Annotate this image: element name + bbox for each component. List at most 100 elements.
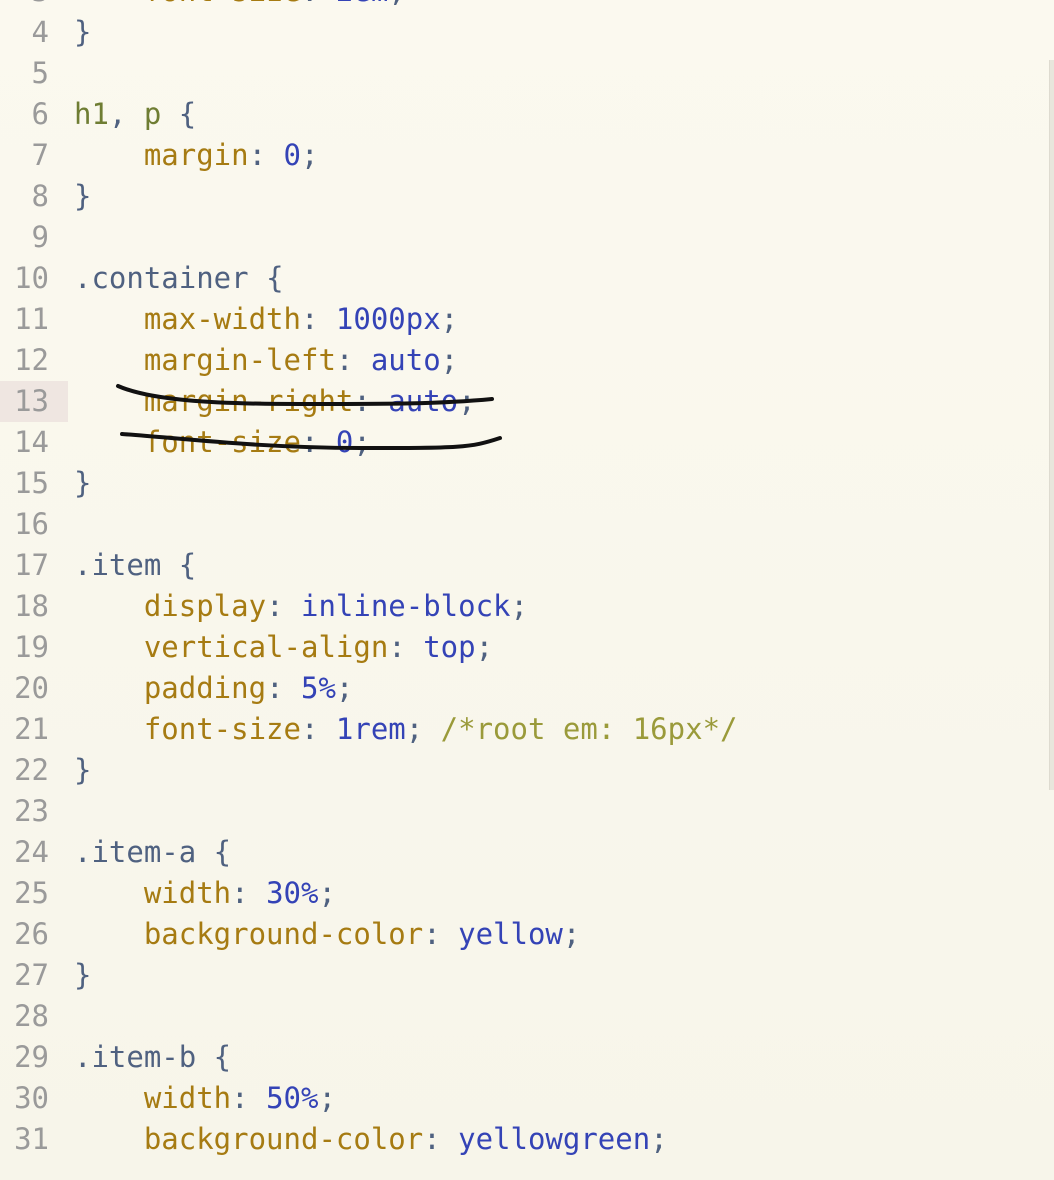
code-token: width: [143, 876, 232, 910]
line-number-text: 11: [14, 302, 49, 336]
code-token: ;: [458, 384, 476, 418]
line-number-text: 28: [14, 999, 49, 1033]
code-line[interactable]: 26 background-color: yellow;: [0, 914, 1054, 955]
code-token: }: [74, 753, 92, 787]
code-line[interactable]: 15}: [0, 463, 1054, 504]
line-content: }: [74, 955, 91, 996]
code-token: :: [266, 671, 301, 705]
code-token: h1: [74, 97, 109, 131]
code-token: 30%: [266, 876, 319, 910]
code-line[interactable]: 23: [0, 791, 1054, 832]
line-number: 31: [0, 1119, 68, 1160]
line-number-text: 30: [14, 1081, 49, 1115]
code-line[interactable]: 20 padding: 5%;: [0, 668, 1054, 709]
code-line[interactable]: 4}: [0, 12, 1054, 53]
line-number-text: 7: [31, 138, 49, 172]
code-line[interactable]: 17 .item {: [0, 545, 1054, 586]
code-line[interactable]: 6 h1, p {: [0, 94, 1054, 135]
code-token: ;: [318, 1081, 336, 1115]
code-line[interactable]: 10 .container {: [0, 258, 1054, 299]
line-content: font-size: 2em;: [74, 0, 406, 12]
code-token: ;: [388, 0, 405, 8]
code-line[interactable]: 19 vertical-align: top;: [0, 627, 1054, 668]
line-content: font-size: 0;: [74, 422, 371, 463]
line-number-text: 24: [14, 835, 49, 869]
code-line[interactable]: 7 margin: 0;: [0, 135, 1054, 176]
line-number: 12: [0, 340, 68, 381]
code-token: ,: [108, 97, 144, 131]
code-token: ;: [510, 589, 528, 623]
code-token: ;: [335, 671, 354, 705]
line-number-text: 20: [14, 671, 49, 705]
code-area[interactable]: 3 font-size: 2em;4}56h1, p {7 margin: 0;…: [0, 0, 1054, 1160]
line-content: vertical-align: top;: [74, 627, 493, 668]
code-editor[interactable]: 3 font-size: 2em;4}56h1, p {7 margin: 0;…: [0, 0, 1054, 1180]
code-line[interactable]: 28: [0, 996, 1054, 1037]
line-content: max-width: 1000px;: [74, 299, 458, 340]
code-line[interactable]: 24 .item-a {: [0, 832, 1054, 873]
code-token: :: [388, 630, 424, 664]
code-token: {: [161, 548, 197, 582]
code-token: }: [74, 958, 92, 992]
code-line[interactable]: 5: [0, 53, 1054, 94]
line-number-text: 9: [31, 220, 49, 254]
code-line[interactable]: 25 width: 30%;: [0, 873, 1054, 914]
line-content: font-size: 1rem; /*root em: 16px*/: [74, 709, 738, 750]
line-content: .item {: [74, 545, 196, 586]
code-line[interactable]: 22}: [0, 750, 1054, 791]
code-token: font-size: [144, 0, 301, 8]
code-token: ;: [405, 712, 441, 746]
code-token: yellowgreen: [458, 1122, 651, 1156]
code-line[interactable]: 9: [0, 217, 1054, 258]
code-line[interactable]: 18 display: inline-block;: [0, 586, 1054, 627]
code-token: 0: [335, 425, 354, 459]
code-line[interactable]: 29 .item-b {: [0, 1037, 1054, 1078]
line-content: }: [74, 12, 91, 53]
code-line[interactable]: 14 font-size: 0;: [0, 422, 1054, 463]
code-token: ;: [475, 630, 494, 664]
code-token: ;: [440, 343, 459, 377]
code-line[interactable]: 16: [0, 504, 1054, 545]
code-token: 1000px: [335, 302, 441, 336]
code-line[interactable]: 30 width: 50%;: [0, 1078, 1054, 1119]
code-token: auto: [388, 384, 459, 418]
line-content: }: [74, 750, 91, 791]
code-token: {: [196, 835, 232, 869]
code-line[interactable]: 21 font-size: 1rem; /*root em: 16px*/: [0, 709, 1054, 750]
code-line[interactable]: 11 max-width: 1000px;: [0, 299, 1054, 340]
code-token: :: [231, 1081, 267, 1115]
code-token: top: [423, 630, 476, 664]
code-line[interactable]: 12 margin-left: auto;: [0, 340, 1054, 381]
vertical-scrollbar[interactable]: [1049, 60, 1054, 790]
code-line[interactable]: 8}: [0, 176, 1054, 217]
line-number-text: 23: [14, 794, 49, 828]
code-line[interactable]: 31 background-color: yellowgreen;: [0, 1119, 1054, 1160]
code-token: :: [335, 343, 371, 377]
code-token: ;: [301, 138, 319, 172]
line-number: 10: [0, 258, 68, 299]
code-line[interactable]: 27}: [0, 955, 1054, 996]
code-token: :: [300, 425, 336, 459]
line-number-text: 16: [14, 507, 49, 541]
line-content: h1, p {: [74, 94, 196, 135]
code-line[interactable]: 3 font-size: 2em;: [0, 0, 1054, 12]
line-content: background-color: yellow;: [74, 914, 581, 955]
line-number-text: 15: [14, 466, 49, 500]
code-token: background-color: [143, 917, 424, 951]
code-token: ;: [318, 876, 336, 910]
line-number: 11: [0, 299, 68, 340]
code-token: font-size: [143, 425, 301, 459]
code-token: :: [266, 589, 301, 623]
line-number-text: 31: [14, 1122, 49, 1156]
code-token: vertical-align: [143, 630, 389, 664]
code-line[interactable]: 13 margin-right: auto;: [0, 381, 1054, 422]
code-token: p: [143, 97, 162, 131]
line-number: 29: [0, 1037, 68, 1078]
code-token: display: [143, 589, 267, 623]
code-token: {: [161, 97, 197, 131]
